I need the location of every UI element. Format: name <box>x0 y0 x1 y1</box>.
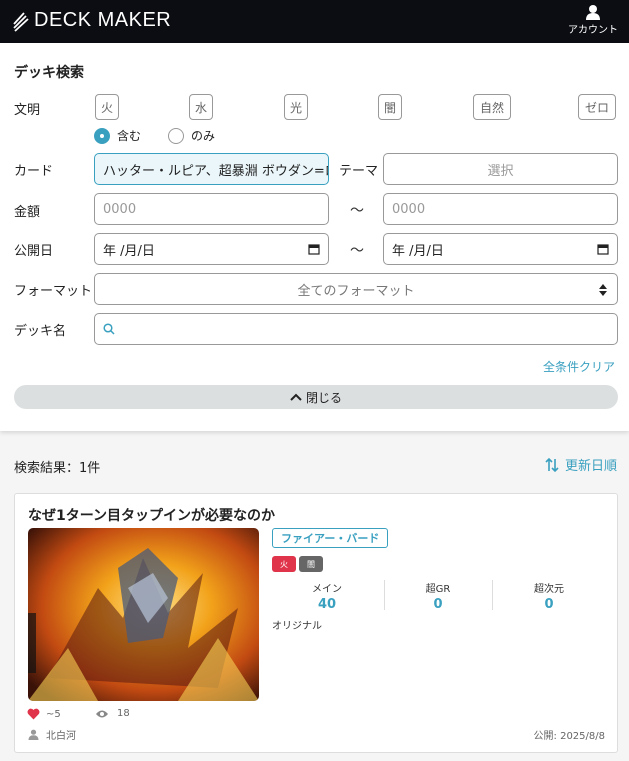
civ-button-fire[interactable]: 火 <box>95 94 119 120</box>
close-panel-button[interactable]: 閉じる <box>14 385 618 409</box>
deck-logo-icon <box>13 11 29 32</box>
author[interactable]: 北白河 <box>28 727 76 742</box>
deck-card[interactable]: なぜ1ターン目タップインが必要なのか ファイアー・バード 火 闇 メイン 40 <box>14 493 618 753</box>
civ-button-light[interactable]: 光 <box>284 94 308 120</box>
theme-label: テーマ <box>339 164 379 179</box>
logo-text: DECK MAKER <box>34 9 172 31</box>
civ-button-water[interactable]: 水 <box>189 94 213 120</box>
author-name: 北白河 <box>46 731 76 742</box>
date-to-input[interactable]: 年 /月/日 <box>383 233 618 265</box>
stat-hyperspatial-label: 超次元 <box>534 584 564 595</box>
user-icon <box>586 5 600 20</box>
close-panel-label: 閉じる <box>305 390 342 405</box>
date-range-separator: 〜 <box>350 243 364 259</box>
stat-main-value: 40 <box>317 597 337 612</box>
civ-button-zero[interactable]: ゼロ <box>578 94 616 120</box>
calendar-icon[interactable] <box>597 243 609 255</box>
deck-title: なぜ1ターン目タップインが必要なのか <box>28 508 276 524</box>
top-navigation-bar: DECK MAKER アカウント <box>0 0 629 43</box>
user-icon <box>28 729 39 740</box>
chevron-up-icon <box>290 393 302 401</box>
radio-include-dot <box>94 127 110 144</box>
civ-button-nature[interactable]: 自然 <box>473 94 511 120</box>
civ-badge-fire: 火 <box>272 556 296 572</box>
civilization-label: 文明 <box>14 103 41 118</box>
price-max-input[interactable]: 0000 <box>383 193 618 225</box>
views-count: 18 <box>117 708 130 719</box>
radio-only[interactable]: のみ <box>168 127 215 144</box>
published-date: 公開: 2025/8/8 <box>533 731 605 742</box>
date-from-input[interactable]: 年 /月/日 <box>94 233 329 265</box>
select-arrows-icon <box>599 284 607 296</box>
format-label: フォーマット <box>14 284 93 299</box>
likes[interactable]: ~5 <box>27 708 61 720</box>
eye-icon <box>96 710 108 717</box>
sort-label: 更新日順 <box>564 459 617 474</box>
heart-icon <box>27 708 40 720</box>
views: 18 <box>95 708 130 719</box>
results-count: 検索結果：1件 <box>14 461 101 476</box>
calendar-icon[interactable] <box>308 243 320 255</box>
card-label: カード <box>14 164 54 179</box>
clear-all-link[interactable]: 全条件クリア <box>543 358 615 375</box>
stat-gr-value: 0 <box>433 597 443 612</box>
stat-divider <box>492 580 493 610</box>
price-min-input[interactable]: 0000 <box>94 193 329 225</box>
deck-name-input[interactable] <box>94 313 618 345</box>
site-logo[interactable]: DECK MAKER <box>12 9 171 32</box>
deck-type-label: オリジナル <box>272 621 322 632</box>
deck-search-panel: デッキ検索 文明 火 水 光 闇 自然 ゼロ 含む のみ カード ハッター・ルピ… <box>0 43 629 431</box>
published-label: 公開日 <box>14 244 54 259</box>
card-search-input[interactable]: ハッター・ルピア、超暴淵 ボウダン=ロ' <box>94 153 329 185</box>
date-to-value: 年 /月/日 <box>392 243 444 259</box>
account-label: アカウント <box>568 25 618 36</box>
theme-select[interactable]: 選択 <box>383 153 618 185</box>
sort-icon <box>545 457 559 472</box>
price-label: 金額 <box>14 205 41 220</box>
deck-thumbnail[interactable] <box>28 528 259 701</box>
format-select[interactable]: 全てのフォーマット <box>94 273 618 305</box>
card-art-image <box>28 528 259 701</box>
stat-main-label: メイン <box>312 584 342 595</box>
radio-include[interactable]: 含む <box>94 127 141 144</box>
search-icon <box>103 323 115 335</box>
stat-hyperspatial: 超次元 0 <box>495 580 603 612</box>
radio-only-label: のみ <box>191 129 216 143</box>
date-from-value: 年 /月/日 <box>103 243 155 259</box>
account-button[interactable]: アカウント <box>567 4 619 36</box>
deck-name-label: デッキ名 <box>14 324 67 339</box>
stat-main: メイン 40 <box>273 580 381 612</box>
panel-title: デッキ検索 <box>14 65 84 81</box>
stat-hyperspatial-value: 0 <box>544 597 554 612</box>
likes-count: ~5 <box>46 708 61 720</box>
stat-gr-label: 超GR <box>425 584 451 595</box>
stat-gr: 超GR 0 <box>384 580 492 612</box>
sort-button[interactable]: 更新日順 <box>544 455 617 474</box>
format-select-value: 全てのフォーマット <box>297 283 415 299</box>
theme-tag[interactable]: ファイアー・バード <box>272 528 389 548</box>
radio-include-label: 含む <box>117 129 142 143</box>
price-range-separator: 〜 <box>350 203 364 219</box>
civ-badge-darkness: 闇 <box>299 556 323 572</box>
radio-only-dot <box>168 127 184 144</box>
civ-button-darkness[interactable]: 闇 <box>378 94 402 120</box>
